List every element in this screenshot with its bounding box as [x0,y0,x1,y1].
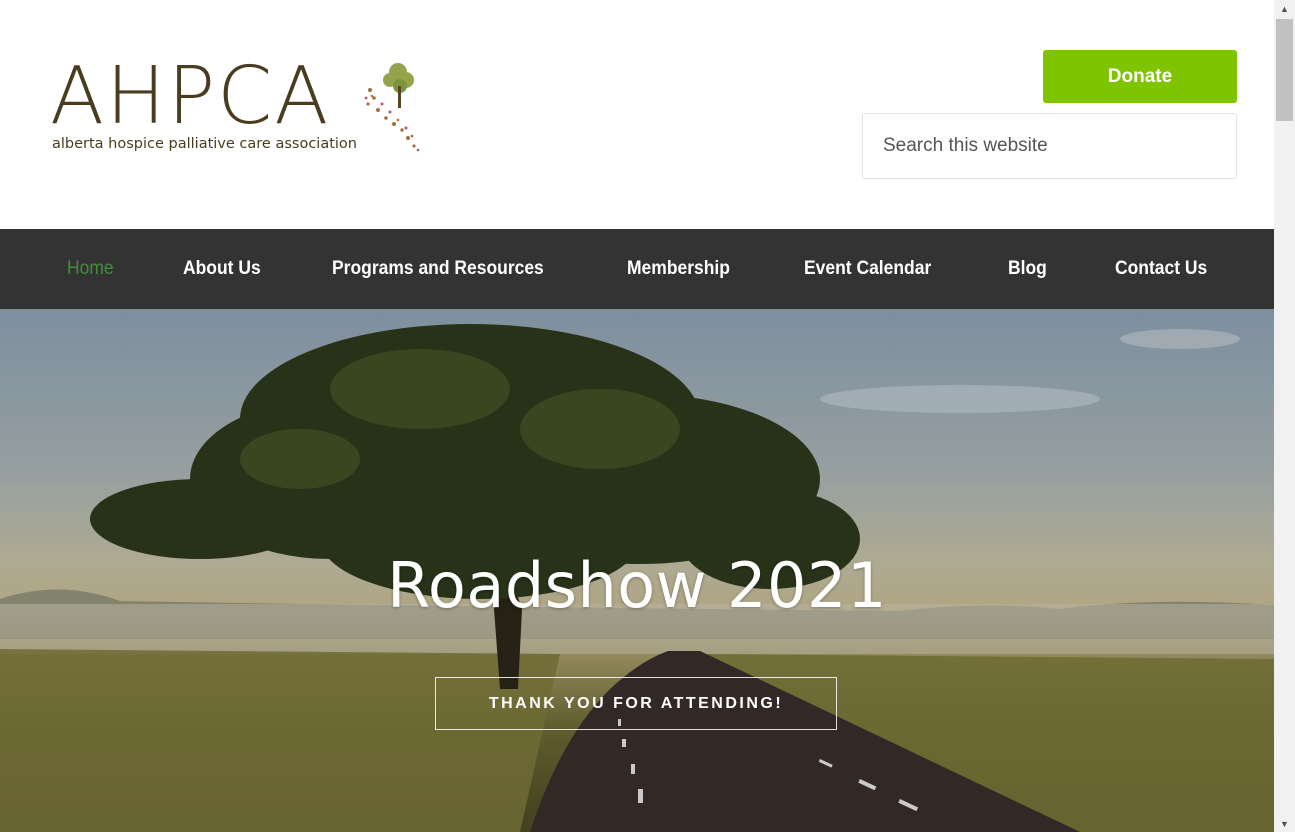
tree-logo-icon [364,63,420,152]
logo-wordmark: AHPCA [50,50,331,142]
nav-item-contact-us[interactable]: Contact Us [1115,258,1207,280]
logo-tagline: alberta hospice palliative care associat… [52,136,357,152]
nav-item-event-calendar[interactable]: Event Calendar [804,258,931,280]
nav-item-home[interactable]: Home [67,258,114,280]
nav-item-membership[interactable]: Membership [627,258,730,280]
scroll-down-arrow-icon[interactable]: ▼ [1274,815,1295,832]
scrollbar-thumb[interactable] [1276,19,1293,121]
page: AHPCA alberta hospice palliative care as… [0,0,1274,832]
donate-button[interactable]: Donate [1043,50,1237,103]
hero-banner: Roadshow 2021 THANK YOU FOR ATTENDING! [0,309,1274,832]
nav-item-programs-and-resources[interactable]: Programs and Resources [332,258,544,280]
site-header: AHPCA alberta hospice palliative care as… [0,0,1274,229]
scroll-up-arrow-icon[interactable]: ▲ [1274,0,1295,17]
nav-item-about-us[interactable]: About Us [183,258,261,280]
site-logo[interactable]: AHPCA alberta hospice palliative care as… [50,50,430,158]
hero-title: Roadshow 2021 [387,549,887,622]
search-input[interactable]: Search this website [862,113,1237,179]
thank-you-button[interactable]: THANK YOU FOR ATTENDING! [435,677,837,730]
nav-item-blog[interactable]: Blog [1008,258,1047,280]
main-navigation: Home About Us Programs and Resources Mem… [0,229,1274,309]
vertical-scrollbar[interactable]: ▲ ▼ [1274,0,1295,832]
